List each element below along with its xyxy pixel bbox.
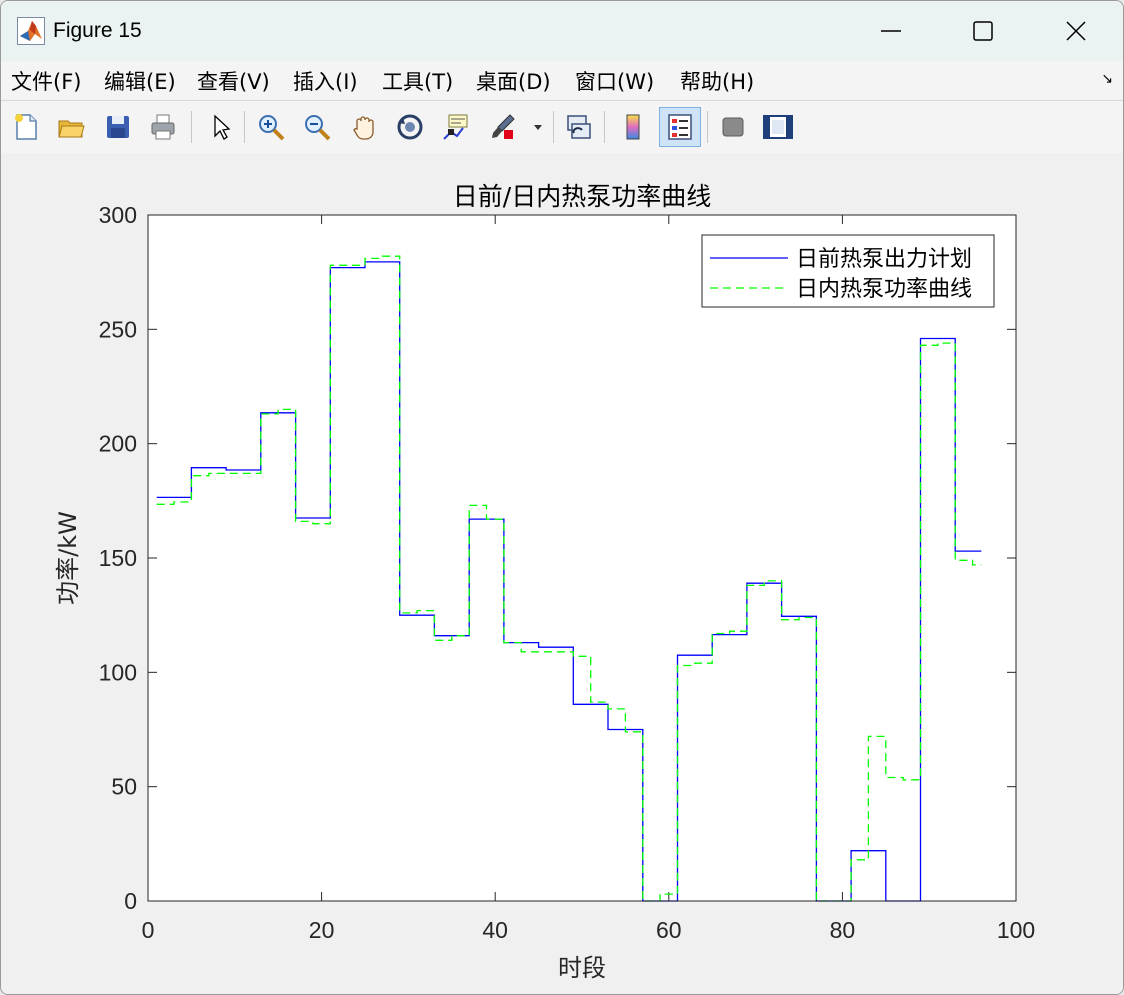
x-axis-label: 时段: [558, 954, 606, 982]
new-figure-icon: [15, 114, 37, 140]
x-tick-label: 40: [482, 917, 508, 943]
link-plot-button[interactable]: [560, 109, 596, 145]
toolbar-separator: [604, 111, 605, 143]
new-figure-button[interactable]: [8, 109, 44, 145]
pan-hand-icon: [353, 116, 374, 140]
x-tick-label: 100: [997, 917, 1035, 943]
toolbar-separator: [553, 111, 554, 143]
menu-file[interactable]: 文件(F): [11, 66, 81, 96]
dock-figure-icon[interactable]: ↘: [1101, 71, 1113, 87]
zoom-in-icon: [259, 115, 285, 141]
show-plot-tools-button[interactable]: [760, 109, 796, 145]
y-tick-label: 150: [99, 545, 137, 571]
link-plot-icon: [567, 115, 591, 139]
y-tick-label: 50: [111, 774, 137, 800]
maximize-button[interactable]: [936, 1, 1030, 61]
minimize-button[interactable]: [844, 1, 938, 61]
chart-title: 日前/日内热泵功率曲线: [453, 182, 711, 211]
toolbar-separator: [244, 111, 245, 143]
y-tick-label: 300: [99, 202, 137, 228]
zoom-in-button[interactable]: [253, 109, 289, 145]
brush-button[interactable]: [485, 109, 521, 145]
x-tick-label: 0: [142, 917, 155, 943]
print-button[interactable]: [145, 109, 181, 145]
menu-bar: 文件(F) 编辑(E) 查看(V) 插入(I) 工具(T) 桌面(D) 窗口(W…: [1, 61, 1123, 99]
open-file-icon: [58, 120, 85, 138]
y-tick-label: 0: [124, 888, 137, 914]
menu-view[interactable]: 查看(V): [197, 66, 270, 96]
chevron-down-icon: [534, 125, 542, 130]
zoom-out-button[interactable]: [299, 109, 335, 145]
matlab-logo-icon: [17, 17, 45, 45]
colorbar-button[interactable]: [615, 109, 651, 145]
menu-edit[interactable]: 编辑(E): [104, 66, 176, 96]
maximize-icon: [973, 21, 993, 41]
zoom-out-icon: [305, 115, 331, 141]
x-tick-label: 80: [830, 917, 856, 943]
brush-dropdown[interactable]: [528, 109, 548, 145]
menu-window[interactable]: 窗口(W): [575, 66, 654, 96]
pointer-button[interactable]: [202, 109, 238, 145]
show-plot-tools-icon: [763, 115, 793, 139]
toolbar-separator: [191, 111, 192, 143]
plot-canvas[interactable]: 0 20 40 60 80 100 0 50 100 150 200 250 300 日前/日内热泵功率…: [0, 152, 1122, 993]
x-tick-label: 20: [309, 917, 335, 943]
x-tick-label: 60: [656, 917, 682, 943]
legend-icon: [668, 114, 692, 140]
pan-button[interactable]: [346, 109, 382, 145]
legend-entry-day-ahead: 日前热泵出力计划: [796, 247, 972, 272]
menu-tools[interactable]: 工具(T): [382, 66, 453, 96]
close-button[interactable]: [1029, 1, 1123, 61]
hide-plot-tools-button[interactable]: [715, 109, 751, 145]
menu-desktop[interactable]: 桌面(D): [476, 66, 551, 96]
hide-plot-tools-icon: [722, 117, 744, 137]
y-tick-label: 250: [99, 316, 137, 342]
print-icon: [151, 114, 175, 140]
rotate-3d-button[interactable]: [392, 109, 428, 145]
y-tick-label: 100: [99, 659, 137, 685]
rotate-3d-icon: [397, 114, 423, 140]
menu-insert[interactable]: 插入(I): [293, 66, 358, 96]
toolbar-separator: [707, 111, 708, 143]
window-title: Figure 15: [53, 19, 142, 42]
figure-toolbar: [1, 100, 1123, 154]
legend-entry-intraday: 日内热泵功率曲线: [796, 277, 972, 302]
close-icon: [1066, 21, 1086, 41]
menu-help[interactable]: 帮助(H): [680, 66, 754, 96]
open-file-button[interactable]: [53, 109, 89, 145]
title-bar[interactable]: Figure 15: [1, 1, 1123, 61]
pointer-icon: [214, 114, 231, 140]
axes-background: [148, 215, 1016, 901]
brush-icon: [492, 114, 515, 139]
minimize-icon: [881, 30, 901, 32]
save-icon: [107, 116, 129, 138]
data-cursor-icon: [443, 114, 468, 140]
save-button[interactable]: [100, 109, 136, 145]
y-tick-label: 200: [99, 431, 137, 457]
legend-button[interactable]: [659, 107, 701, 147]
y-axis-label: 功率/kW: [54, 511, 82, 605]
colorbar-icon: [626, 114, 640, 140]
legend[interactable]: 日前热泵出力计划 日内热泵功率曲线: [701, 234, 995, 308]
data-cursor-button[interactable]: [438, 109, 474, 145]
